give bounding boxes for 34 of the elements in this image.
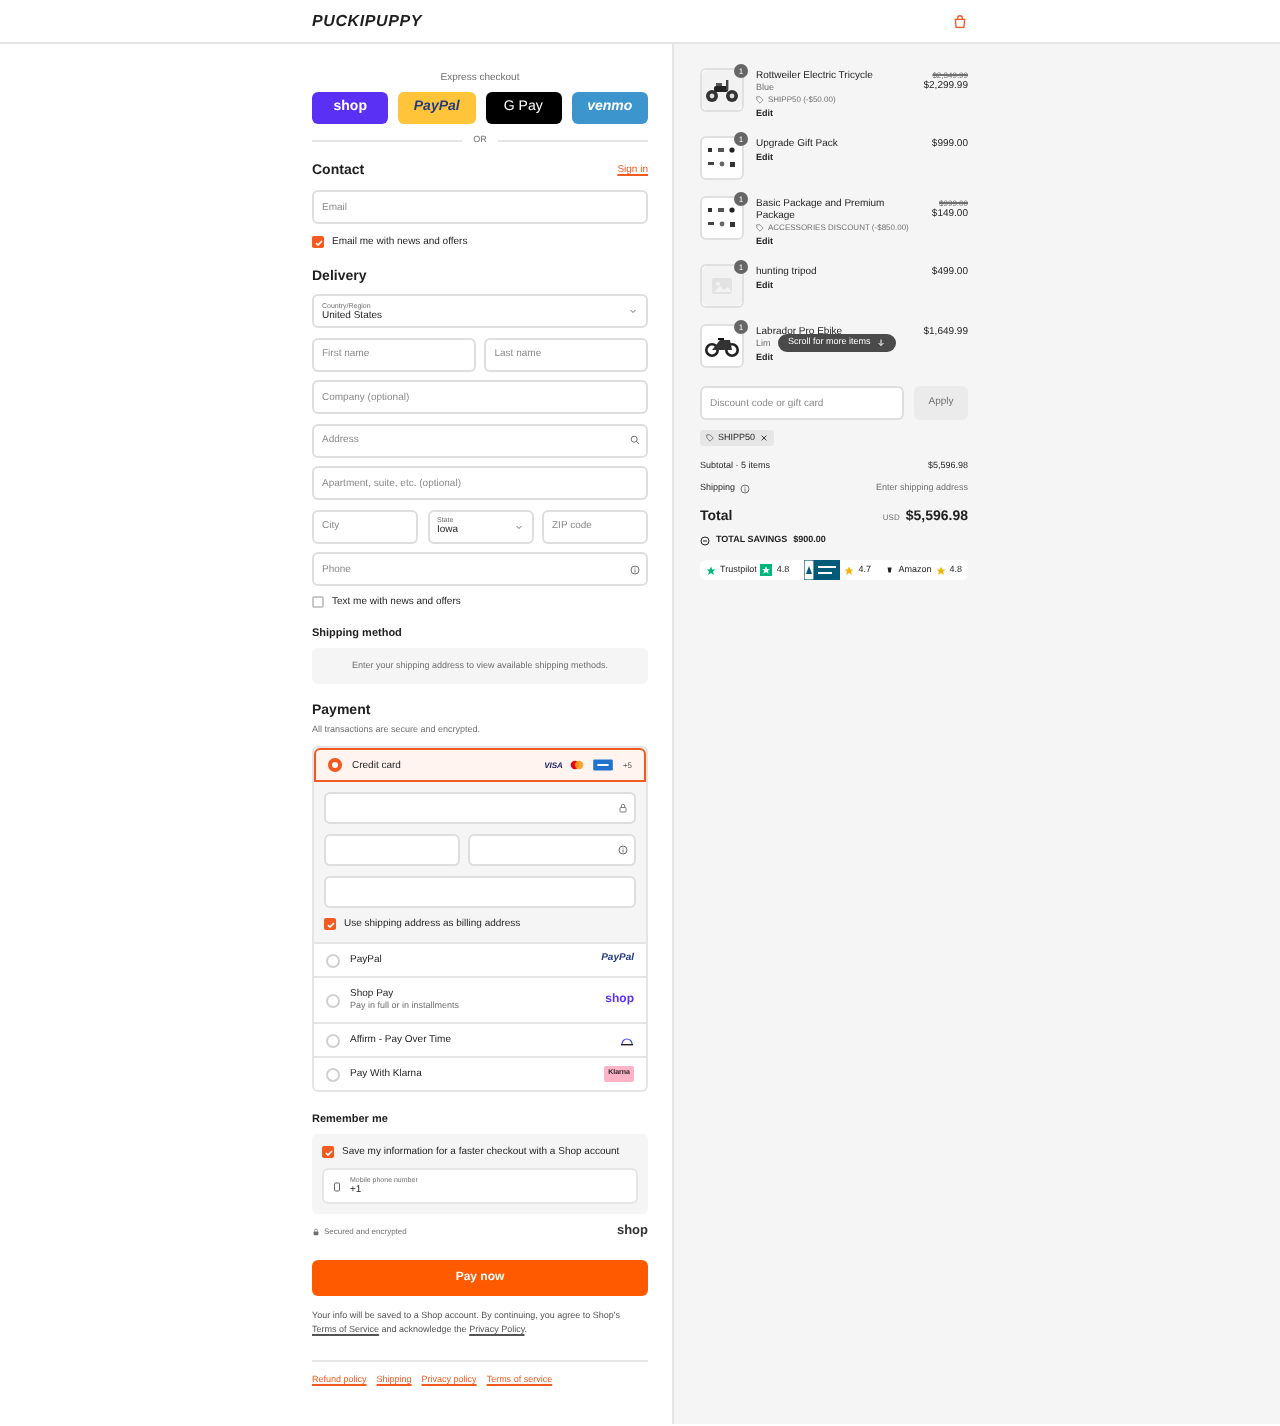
affirm-icon [620, 1035, 634, 1045]
radio-button[interactable] [328, 758, 342, 772]
tag-icon [756, 96, 764, 104]
card-brand-icon [592, 758, 615, 772]
info-icon [739, 484, 750, 494]
input-field[interactable] [324, 876, 636, 908]
amazon-icon [886, 566, 895, 574]
logo[interactable]: PUCKIPUPPY [312, 9, 423, 33]
arrow-down-icon [876, 338, 887, 348]
chevron-down-icon [628, 306, 638, 316]
star-icon [844, 565, 855, 575]
input-field[interactable] [324, 792, 636, 824]
info-icon [630, 564, 640, 574]
tag-icon [706, 434, 714, 442]
star-icon [935, 565, 946, 575]
close-icon [759, 434, 768, 442]
radio-button[interactable] [326, 993, 340, 1007]
input-field[interactable] [468, 834, 636, 866]
lock-icon [618, 803, 628, 813]
mastercard-icon [570, 758, 585, 772]
star-icon [706, 565, 716, 575]
info-icon [618, 845, 628, 855]
radio-button[interactable] [326, 1067, 340, 1081]
shopping-bag-icon [952, 13, 968, 29]
checkbox[interactable] [312, 596, 324, 608]
tag-icon [756, 224, 764, 232]
radio-button[interactable] [326, 1033, 340, 1047]
radio-button[interactable] [326, 953, 340, 967]
phone-icon [332, 1181, 342, 1191]
search-icon [630, 435, 640, 445]
lock-icon [312, 1227, 320, 1235]
input-field[interactable] [324, 834, 459, 866]
chevron-down-icon [513, 521, 523, 531]
savings-icon [700, 535, 710, 545]
